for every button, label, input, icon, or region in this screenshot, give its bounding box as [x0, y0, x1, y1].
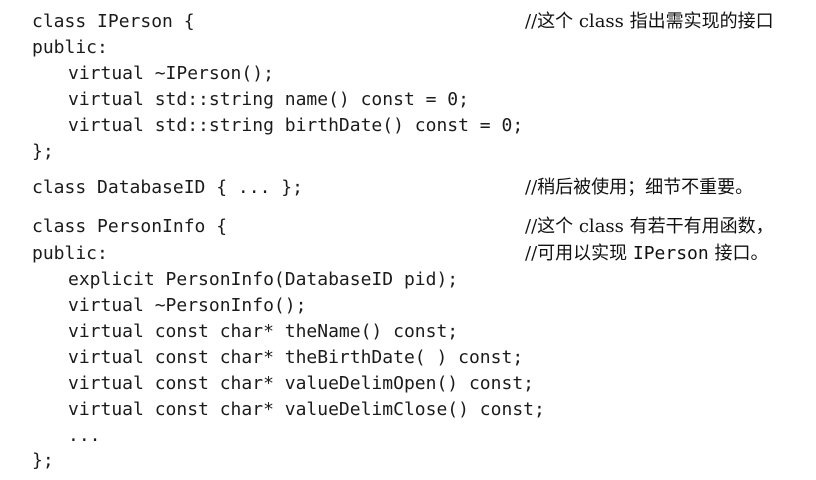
iperson-name-method: virtual std::string name() const = 0;: [68, 89, 469, 110]
iperson-destructor: virtual ~IPerson();: [68, 63, 274, 84]
iperson-closing-brace: };: [32, 141, 54, 162]
code-listing-page: class IPerson { //这个 class 指出需实现的接口 publ…: [0, 0, 816, 480]
personinfo-comment-line-2-code: IPerson: [632, 243, 709, 264]
iperson-comment: //这个 class 指出需实现的接口: [525, 11, 774, 32]
personinfo-valuedelimclose-method: virtual const char* valueDelimClose() co…: [68, 399, 545, 420]
personinfo-constructor: explicit PersonInfo(DatabaseID pid);: [68, 269, 459, 290]
personinfo-comment-line-2-suffix: 接口。: [708, 243, 769, 264]
personinfo-thebirthdate-method: virtual const char* theBirthDate( ) cons…: [68, 347, 524, 368]
personinfo-class-declaration: class PersonInfo {: [32, 216, 228, 237]
personinfo-public-specifier: public:: [32, 243, 108, 264]
personinfo-comment-line-2: //可用以实现 IPerson 接口。: [525, 243, 768, 265]
iperson-public-specifier: public:: [32, 37, 108, 58]
personinfo-thename-method: virtual const char* theName() const;: [68, 321, 459, 342]
personinfo-valuedelimopen-method: virtual const char* valueDelimOpen() con…: [68, 373, 534, 394]
databaseid-class-declaration: class DatabaseID { ... };: [32, 177, 303, 198]
iperson-class-declaration: class IPerson {: [32, 11, 195, 32]
personinfo-comment-line-1: //这个 class 有若干有用函数，: [525, 216, 774, 237]
personinfo-destructor: virtual ~PersonInfo();: [68, 295, 307, 316]
personinfo-comment-line-2-prefix: //可用以实现: [525, 243, 633, 264]
personinfo-closing-brace: };: [32, 450, 54, 471]
iperson-birthdate-method: virtual std::string birthDate() const = …: [68, 115, 524, 136]
databaseid-comment: //稍后被使用；细节不重要。: [525, 177, 754, 198]
personinfo-ellipsis: ...: [68, 425, 101, 446]
